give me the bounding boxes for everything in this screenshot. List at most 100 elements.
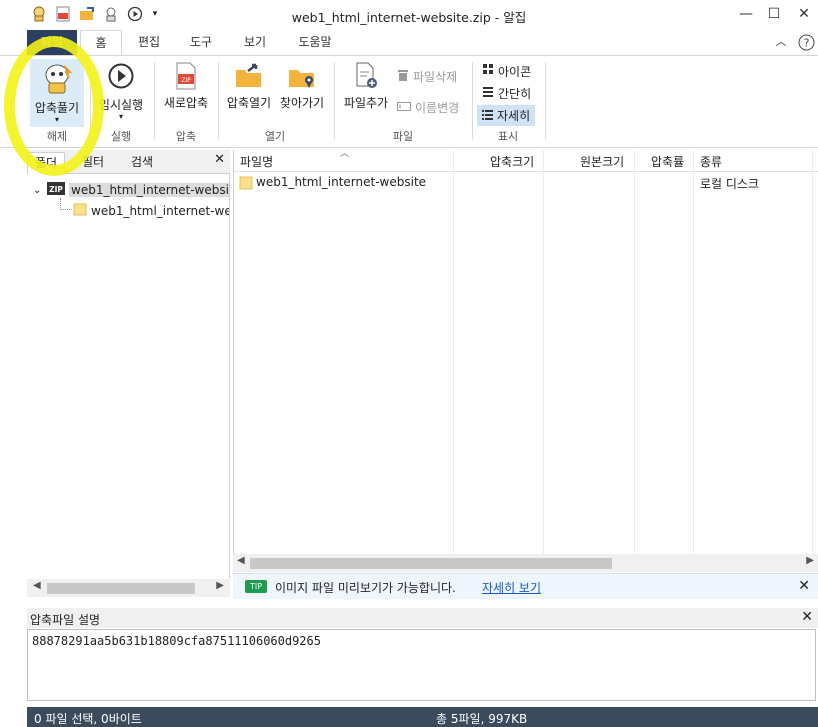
trash-icon <box>397 69 409 85</box>
grid-icon <box>483 64 494 78</box>
scroll-right-icon[interactable]: ▶ <box>216 580 224 591</box>
type-cell: 로컬 디스크 <box>700 177 760 191</box>
view-simple-button[interactable]: 간단히 <box>479 83 535 103</box>
window-title: web1_html_internet-website.zip - 알집 <box>291 10 527 25</box>
ribbon-separator <box>472 62 473 140</box>
view-detail-button[interactable]: 자세히 <box>477 105 536 126</box>
file-list-header: 파일명 ︿ 압축크기 원본크기 압축률 종류 <box>234 149 818 172</box>
tip-bar: TIP 이미지 파일 미리보기가 가능합니다. 자세히 보기 ✕ <box>233 573 818 599</box>
left-panel-tabs: 폴더 필터 검색 ✕ <box>27 150 230 174</box>
ribbon-separator <box>334 62 335 140</box>
tab-folder[interactable]: 폴더 <box>27 152 65 174</box>
scroll-left-icon[interactable]: ◀ <box>237 555 245 566</box>
column-header-ratio[interactable]: 압축률 <box>651 153 684 170</box>
new-zip-button[interactable]: ZIP 새로압축 <box>158 62 214 122</box>
group-label-display: 표시 <box>497 130 519 143</box>
view-icon-button[interactable]: 아이콘 <box>479 61 535 81</box>
ribbon-separator <box>218 62 219 140</box>
scroll-right-icon[interactable]: ▶ <box>806 555 814 566</box>
description-title: 압축파일 설명 <box>30 613 101 627</box>
tree-item-label: web1_html_internet-website.zip <box>69 183 229 197</box>
svg-text:ZIP: ZIP <box>181 77 191 84</box>
extract-button[interactable]: 압축풀기 ▾ <box>30 59 84 127</box>
column-header-name[interactable]: 파일명 <box>240 153 273 170</box>
column-header-original[interactable]: 원본크기 <box>580 153 624 170</box>
detail-list-icon <box>482 109 493 123</box>
tab-search[interactable]: 검색 <box>121 152 163 174</box>
folder-icon <box>73 202 87 219</box>
tree-horizontal-scrollbar[interactable]: ◀ ▶ <box>27 579 230 597</box>
tab-tools[interactable]: 도구 <box>180 30 222 56</box>
extract-mascot-icon <box>40 62 74 96</box>
open-archive-label: 압축열기 <box>226 96 272 110</box>
tab-file[interactable]: 파일 <box>27 30 77 56</box>
help-icon[interactable]: ? <box>796 30 816 56</box>
open-archive-button[interactable]: 압축열기 <box>222 62 276 122</box>
find-button[interactable]: 찾아가기 <box>276 62 328 122</box>
description-header: 압축파일 설명 ✕ <box>27 608 818 628</box>
maximize-button[interactable]: ☐ <box>764 6 784 22</box>
tree-connector <box>60 198 72 210</box>
tip-close-icon[interactable]: ✕ <box>798 578 810 594</box>
minimize-button[interactable]: — <box>736 6 756 22</box>
sort-ascending-icon: ︿ <box>340 149 350 159</box>
column-header-type[interactable]: 종류 <box>700 153 722 170</box>
folder-location-icon <box>287 62 317 90</box>
delete-file-button[interactable]: 파일삭제 <box>397 68 457 85</box>
new-zip-label: 새로압축 <box>163 96 209 110</box>
group-label-file: 파일 <box>392 130 414 143</box>
tab-edit[interactable]: 편집 <box>128 30 170 56</box>
play-icon <box>107 62 135 90</box>
ribbon-separator <box>90 62 91 140</box>
description-close-icon[interactable]: ✕ <box>801 609 813 625</box>
delete-file-label: 파일삭제 <box>413 70 458 84</box>
tip-details-link[interactable]: 자세히 보기 <box>482 579 541 596</box>
table-row[interactable]: web1_html_internet-website 로컬 디스크 <box>234 174 818 192</box>
rename-label: 이름변경 <box>415 101 460 115</box>
column-header-packed[interactable]: 압축크기 <box>490 153 534 170</box>
tab-view[interactable]: 보기 <box>234 30 276 56</box>
scroll-left-icon[interactable]: ◀ <box>33 580 41 591</box>
list-horizontal-scrollbar[interactable]: ◀ ▶ <box>233 554 818 572</box>
file-list: 파일명 ︿ 압축크기 원본크기 압축률 종류 web1_html_interne… <box>233 149 818 554</box>
group-label-run: 실행 <box>110 130 132 143</box>
group-label-open: 열기 <box>264 130 286 143</box>
rename-button[interactable]: 이름변경 <box>397 99 459 116</box>
description-textbox[interactable]: 88878291aa5b631b18809cfa87511106060d9265 <box>27 629 816 701</box>
temp-run-label: 임시실행 <box>98 98 144 112</box>
group-label-compress: 압축 <box>175 130 197 143</box>
tab-filter[interactable]: 필터 <box>73 152 113 174</box>
add-file-button[interactable]: 파일추가 <box>338 62 394 122</box>
tip-text: 이미지 파일 미리보기가 가능합니다. <box>275 581 456 595</box>
view-icon-label: 아이콘 <box>498 64 532 79</box>
tab-home[interactable]: 홈 <box>80 30 122 56</box>
ribbon-separator <box>154 62 155 140</box>
file-name-cell: web1_html_internet-website <box>256 175 427 189</box>
add-file-label: 파일추가 <box>343 96 389 110</box>
scroll-thumb[interactable] <box>47 583 195 594</box>
close-button[interactable]: ✕ <box>794 6 814 22</box>
ribbon: 압축풀기 ▾ 해제 임시실행 ▾ 실행 ZIP 새로압축 압축 압축열기 찾아가… <box>0 56 818 148</box>
column-divider <box>543 150 544 554</box>
status-bar: 0 파일 선택, 0바이트 총 5파일, 997KB <box>27 707 818 727</box>
svg-text:?: ? <box>803 37 809 50</box>
group-label-unpack: 해제 <box>46 130 68 143</box>
tab-help[interactable]: 도움말 <box>290 30 340 56</box>
ribbon-tabs: 파일 홈 편집 도구 보기 도움말 ︿ ? <box>0 30 818 56</box>
column-divider <box>634 150 635 554</box>
tip-badge: TIP <box>245 580 267 593</box>
temp-run-dropdown-icon: ▾ <box>118 112 123 121</box>
left-panel-close-icon[interactable]: ✕ <box>214 152 225 167</box>
left-margin <box>0 150 27 727</box>
folder-icon <box>239 175 253 193</box>
ribbon-separator <box>545 62 546 140</box>
tree-item-archive[interactable]: ⌄ ZIP web1_html_internet-website.zip <box>33 182 229 198</box>
expand-chevron-icon[interactable]: ⌄ <box>33 185 43 196</box>
column-divider <box>693 150 694 554</box>
tree-item-label: web1_html_internet-website <box>91 203 229 218</box>
status-total: 총 5파일, 997KB <box>436 712 528 726</box>
temp-run-button[interactable]: 임시실행 ▾ <box>94 62 148 128</box>
scroll-thumb[interactable] <box>250 558 612 569</box>
tree-item-folder[interactable]: web1_html_internet-website <box>73 202 229 219</box>
ribbon-collapse-icon[interactable]: ︿ <box>772 30 790 56</box>
